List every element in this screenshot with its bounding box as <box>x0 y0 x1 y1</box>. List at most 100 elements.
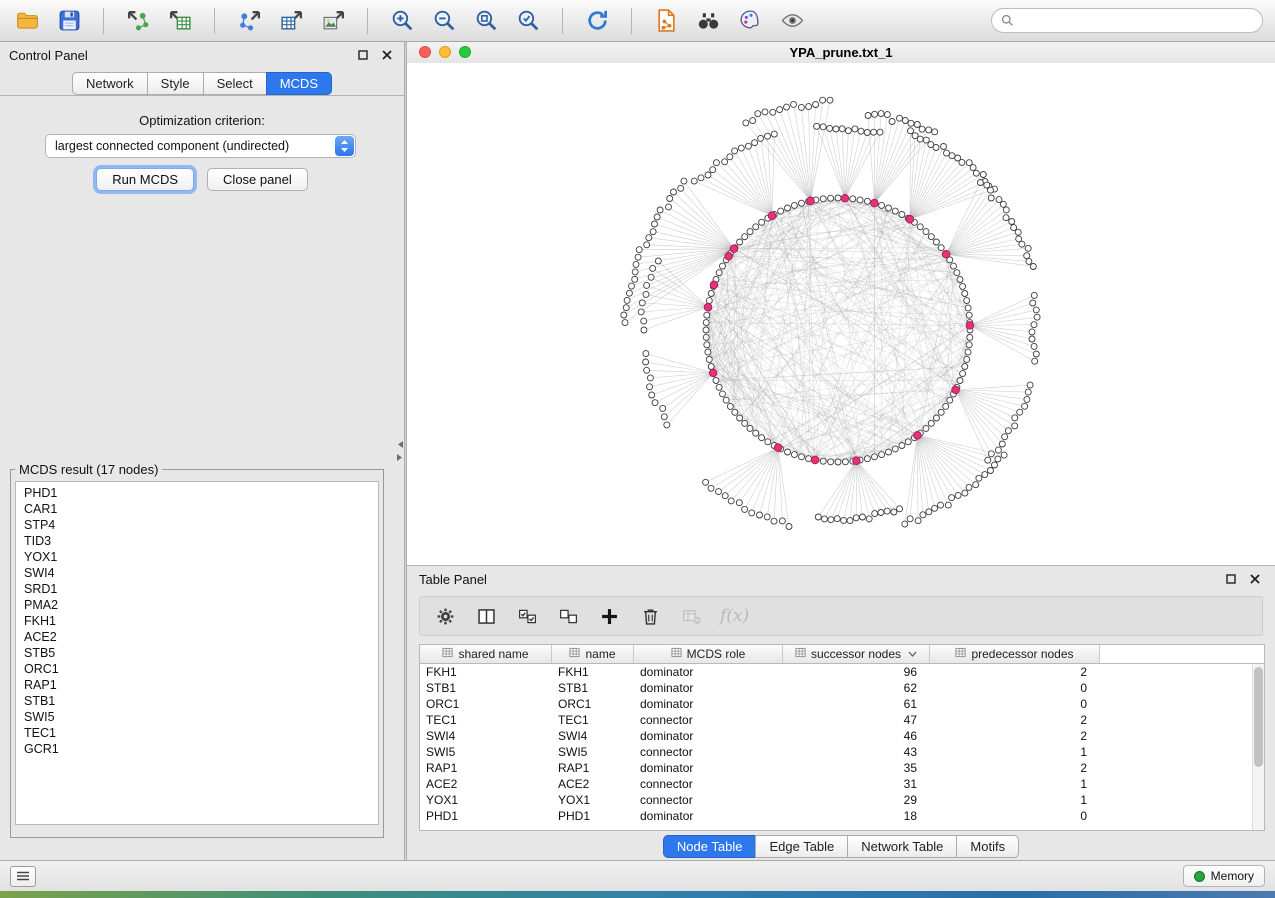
window-minimize-button[interactable] <box>439 46 451 58</box>
column-header-name[interactable]: name <box>552 645 634 664</box>
mcds-result-item[interactable]: TID3 <box>24 533 370 549</box>
mcds-result-item[interactable]: SWI5 <box>24 709 370 725</box>
mcds-result-list[interactable]: PHD1CAR1STP4TID3YOX1SWI4SRD1PMA2FKH1ACE2… <box>15 481 379 825</box>
cell-successor-nodes: 29 <box>783 792 930 808</box>
close-table-panel-button[interactable] <box>1247 571 1263 587</box>
mcds-result-item[interactable]: STB1 <box>24 693 370 709</box>
table-settings-button[interactable] <box>433 603 457 629</box>
table-row[interactable]: PHD1PHD1dominator180 <box>420 808 1253 824</box>
mcds-result-item[interactable]: FKH1 <box>24 613 370 629</box>
mcds-result-item[interactable]: STB5 <box>24 645 370 661</box>
mcds-result-item[interactable]: STP4 <box>24 517 370 533</box>
open-session-button[interactable] <box>12 6 42 36</box>
table-row[interactable]: ORC1ORC1dominator610 <box>420 696 1253 712</box>
mcds-result-item[interactable]: RAP1 <box>24 677 370 693</box>
search-input[interactable] <box>1020 13 1253 29</box>
mcds-result-item[interactable]: SRD1 <box>24 581 370 597</box>
table-row[interactable]: RAP1RAP1dominator352 <box>420 760 1253 776</box>
column-header-successor-nodes[interactable]: successor nodes <box>783 645 930 664</box>
mcds-result-item[interactable]: YOX1 <box>24 549 370 565</box>
cell-MCDS-role: connector <box>634 712 783 728</box>
mcds-result-item[interactable]: GCR1 <box>24 741 370 757</box>
zoom-out-button[interactable] <box>429 6 459 36</box>
close-mcds-panel-button[interactable]: Close panel <box>207 168 308 191</box>
table-row[interactable]: ACE2ACE2connector311 <box>420 776 1253 792</box>
status-menu-button[interactable] <box>10 866 36 887</box>
table-scrollbar[interactable] <box>1252 664 1264 830</box>
network-window-title: YPA_prune.txt_1 <box>789 45 892 60</box>
delete-columns-button[interactable] <box>638 603 662 629</box>
tab-network-table[interactable]: Network Table <box>847 835 957 858</box>
criterion-selected-value: largest connected component (undirected) <box>46 139 335 153</box>
mcds-result-item[interactable]: PMA2 <box>24 597 370 613</box>
binoculars-icon <box>696 8 721 33</box>
tab-motifs[interactable]: Motifs <box>956 835 1019 858</box>
tab-mcds[interactable]: MCDS <box>266 72 332 95</box>
deselect-all-button[interactable] <box>556 603 580 629</box>
show-columns-button[interactable] <box>474 603 498 629</box>
table-row[interactable]: SWI4SWI4dominator462 <box>420 728 1253 744</box>
table-row[interactable]: FKH1FKH1dominator962 <box>420 664 1253 680</box>
mcds-result-item[interactable]: PHD1 <box>24 485 370 501</box>
window-zoom-button[interactable] <box>459 46 471 58</box>
zoom-fit-content-button[interactable] <box>471 6 501 36</box>
splitter-handle-icon[interactable] <box>396 440 404 462</box>
column-header-predecessor-nodes[interactable]: predecessor nodes <box>930 645 1100 664</box>
network-canvas[interactable] <box>407 63 1275 565</box>
mcds-result-group: MCDS result (17 nodes) PHD1CAR1STP4TID3Y… <box>10 462 384 838</box>
doc-network-icon <box>654 8 679 33</box>
column-header-MCDS-role[interactable]: MCDS role <box>634 645 783 664</box>
table-row[interactable]: SWI5SWI5connector431 <box>420 744 1253 760</box>
close-panel-button[interactable] <box>379 47 395 63</box>
import-table-button[interactable] <box>679 603 703 629</box>
memory-button[interactable]: Memory <box>1183 865 1265 887</box>
mcds-result-item[interactable]: ORC1 <box>24 661 370 677</box>
import-table-from-file-button[interactable] <box>165 6 195 36</box>
cell-predecessor-nodes: 0 <box>930 696 1100 712</box>
list-icon <box>16 871 30 881</box>
cell-MCDS-role: dominator <box>634 680 783 696</box>
window-close-button[interactable] <box>419 46 431 58</box>
export-image-button[interactable] <box>318 6 348 36</box>
refresh-layout-button[interactable] <box>582 6 612 36</box>
column-label: MCDS role <box>687 647 746 661</box>
tab-style[interactable]: Style <box>147 72 204 95</box>
apply-style-button[interactable] <box>735 6 765 36</box>
tab-edge-table[interactable]: Edge Table <box>755 835 848 858</box>
optimization-criterion-select[interactable]: largest connected component (undirected) <box>45 134 356 158</box>
import-table-icon <box>168 8 193 33</box>
save-session-button[interactable] <box>54 6 84 36</box>
export-network-button[interactable] <box>234 6 264 36</box>
function-builder-button[interactable]: f(x) <box>720 603 749 629</box>
float-panel-button[interactable] <box>355 47 371 63</box>
network-from-document-button[interactable] <box>651 6 681 36</box>
mcds-result-item[interactable]: TEC1 <box>24 725 370 741</box>
search-box[interactable] <box>991 8 1263 33</box>
cell-predecessor-nodes: 2 <box>930 712 1100 728</box>
table-row[interactable]: STB1STB1dominator620 <box>420 680 1253 696</box>
show-hide-graphics-button[interactable] <box>777 6 807 36</box>
mcds-result-item[interactable]: CAR1 <box>24 501 370 517</box>
import-network-from-file-button[interactable] <box>123 6 153 36</box>
table-row[interactable]: TEC1TEC1connector472 <box>420 712 1253 728</box>
cell-MCDS-role: dominator <box>634 728 783 744</box>
scrollbar-thumb[interactable] <box>1254 667 1263 767</box>
tab-node-table[interactable]: Node Table <box>663 835 757 858</box>
add-column-button[interactable] <box>597 603 621 629</box>
close-icon <box>1250 574 1260 584</box>
zoom-selected-button[interactable] <box>513 6 543 36</box>
tab-network[interactable]: Network <box>72 72 148 95</box>
tab-select[interactable]: Select <box>203 72 267 95</box>
select-all-button[interactable] <box>515 603 539 629</box>
zoom-in-button[interactable] <box>387 6 417 36</box>
mcds-result-item[interactable]: SWI4 <box>24 565 370 581</box>
run-mcds-button[interactable]: Run MCDS <box>96 168 194 191</box>
float-table-panel-button[interactable] <box>1223 571 1239 587</box>
table-row[interactable]: YOX1YOX1connector291 <box>420 792 1253 808</box>
find-button[interactable] <box>693 6 723 36</box>
mcds-result-item[interactable]: ACE2 <box>24 629 370 645</box>
cell-successor-nodes: 46 <box>783 728 930 744</box>
column-header-shared-name[interactable]: shared name <box>420 645 552 664</box>
export-table-button[interactable] <box>276 6 306 36</box>
header-filler <box>1100 645 1264 664</box>
